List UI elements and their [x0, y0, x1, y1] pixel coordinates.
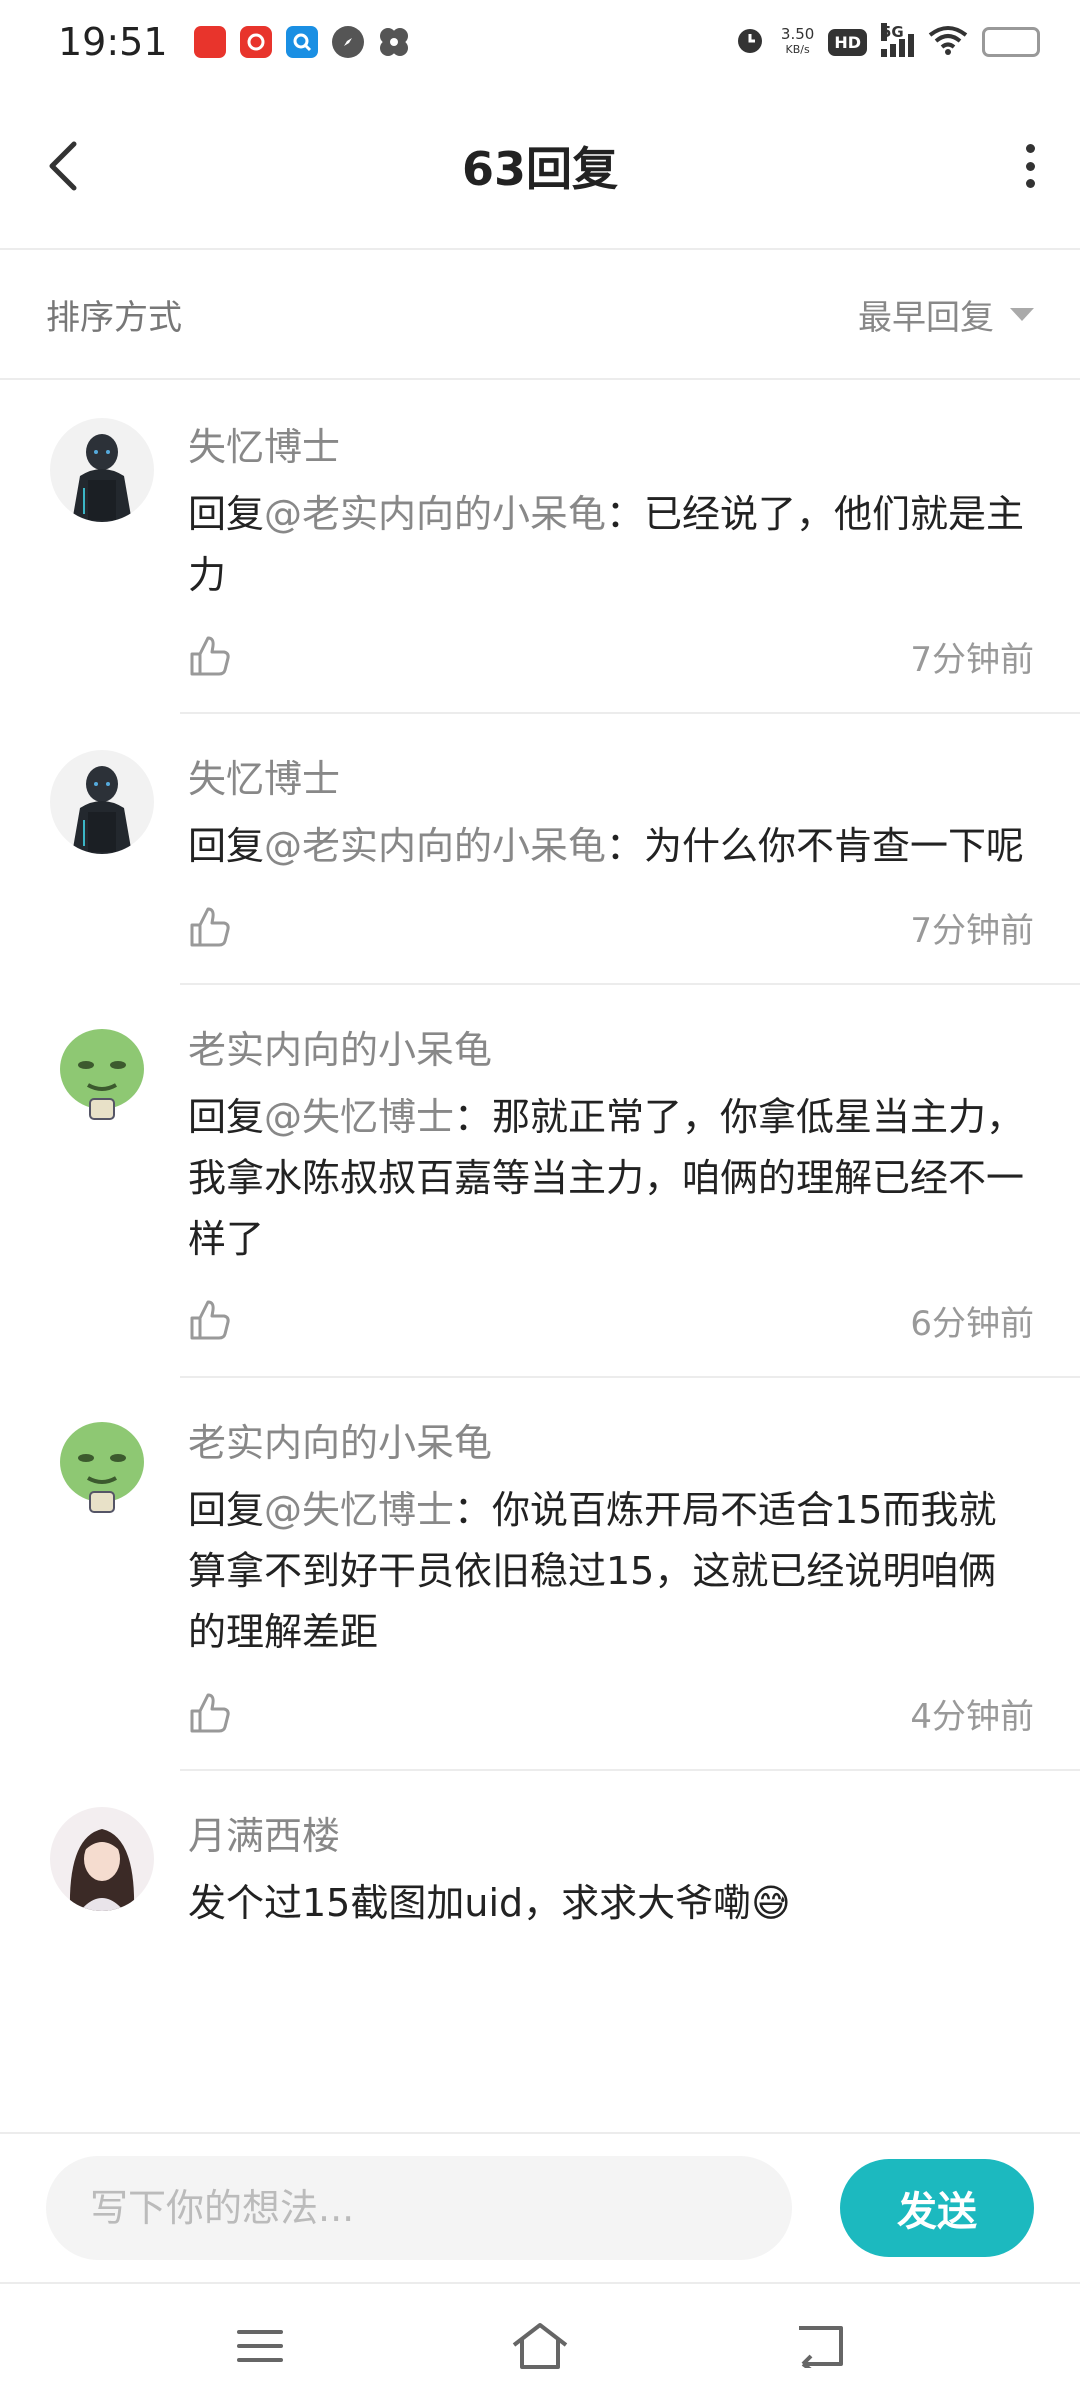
reply-content: 回复@失忆博士：那就正常了，你拿低星当主力，我拿水陈叔叔百嘉等当主力，咱俩的理解… [188, 1087, 1034, 1270]
reply-timestamp: 4分钟前 [910, 1696, 1034, 1737]
reply-mention-link[interactable]: @老实内向的小呆龟 [264, 492, 606, 536]
thumbs-up-icon [190, 1300, 230, 1340]
status-time: 19:51 [58, 20, 168, 64]
top-app-bar: 63回复 [0, 84, 1080, 250]
wifi-icon [928, 25, 968, 59]
reply-author-name[interactable]: 月满西楼 [188, 1811, 1034, 1861]
battery-level: 11 [1005, 30, 1031, 54]
like-button[interactable] [188, 634, 232, 678]
reply-timestamp: 6分钟前 [910, 1303, 1034, 1344]
reply-item[interactable]: 老实内向的小呆龟回复@失忆博士：你说百炼开局不适合15而我就算拿不到好干员依旧稳… [0, 1378, 1080, 1771]
pinwheel-app-icon [378, 26, 410, 58]
reply-author-name[interactable]: 失忆博士 [188, 754, 1034, 804]
compass-app-icon [331, 26, 364, 58]
reply-list[interactable]: 失忆博士 回复@老实内向的小呆龟：已经说了，他们就是主力 7分钟前 失忆博士 回复@老实… [0, 382, 1080, 2132]
network-type: 5G [881, 23, 904, 41]
like-button[interactable] [188, 1691, 232, 1735]
nav-home-button[interactable] [505, 2316, 575, 2376]
reply-text: ：为什么你不肯查一下呢 [606, 824, 1025, 868]
more-options-button[interactable] [1020, 144, 1040, 188]
thumbs-up-icon [190, 907, 230, 947]
avatar[interactable] [50, 1414, 154, 1518]
nav-menu-button[interactable] [225, 2316, 295, 2376]
reply-author-name[interactable]: 老实内向的小呆龟 [188, 1418, 1034, 1468]
chevron-left-icon [49, 141, 77, 191]
alarm-icon [733, 23, 767, 61]
network-speed-unit: KB/s [785, 43, 810, 56]
return-icon [799, 2326, 843, 2368]
avatar[interactable] [50, 1807, 154, 1911]
reply-footer: 4分钟前 [188, 1683, 1034, 1743]
reply-mention-link[interactable]: @老实内向的小呆龟 [264, 824, 606, 868]
caret-down-icon [1010, 307, 1034, 321]
status-indicators: 3.50 KB/s HD 5G 11 [733, 23, 1040, 61]
more-vertical-icon [1025, 144, 1035, 153]
reply-text: 发个过15截图加uid，求求大爷嘞😅 [188, 1881, 791, 1925]
network-speed: 3.50 KB/s [781, 26, 814, 58]
avatar[interactable] [50, 750, 154, 854]
compose-bar: 发送 [0, 2132, 1080, 2282]
reply-author-name[interactable]: 老实内向的小呆龟 [188, 1025, 1034, 1075]
reply-content: 回复@老实内向的小呆龟：已经说了，他们就是主力 [188, 484, 1034, 606]
qidian-app-icon [193, 26, 226, 58]
reply-content: 回复@老实内向的小呆龟：为什么你不肯查一下呢 [188, 816, 1034, 877]
cellular-signal-icon: 5G [881, 23, 914, 57]
reply-footer: 7分钟前 [188, 626, 1034, 686]
nav-back-button[interactable] [785, 2316, 855, 2376]
reply-mention-link[interactable]: @失忆博士 [264, 1488, 454, 1532]
sort-label: 排序方式 [46, 297, 182, 338]
reply-timestamp: 7分钟前 [910, 910, 1034, 951]
thumbs-up-icon [190, 1693, 230, 1733]
reply-prefix: 回复 [188, 492, 265, 536]
home-icon [512, 2323, 568, 2369]
like-button[interactable] [188, 905, 232, 949]
hd-badge: HD [828, 28, 867, 56]
sort-dropdown[interactable]: 最早回复 [858, 290, 1034, 339]
reply-footer: 7分钟前 [188, 897, 1034, 957]
reply-timestamp: 7分钟前 [910, 639, 1034, 680]
browser-app-icon [285, 26, 318, 58]
sort-selected-value: 最早回复 [858, 297, 994, 338]
reply-item[interactable]: 失忆博士回复@老实内向的小呆龟：为什么你不肯查一下呢 7分钟前 [0, 714, 1080, 985]
reply-content: 回复@失忆博士：你说百炼开局不适合15而我就算拿不到好干员依旧稳过15，这就已经… [188, 1480, 1034, 1663]
reply-item[interactable]: 月满西楼发个过15截图加uid，求求大爷嘞😅 [0, 1771, 1080, 1934]
reply-author-name[interactable]: 失忆博士 [188, 422, 1034, 472]
reply-footer: 6分钟前 [188, 1290, 1034, 1350]
reply-mention-link[interactable]: @失忆博士 [264, 1095, 454, 1139]
netease-music-app-icon [239, 26, 272, 58]
thumbs-up-icon [190, 636, 230, 676]
sort-bar: 排序方式 最早回复 [0, 250, 1080, 380]
network-speed-value: 3.50 [780, 25, 815, 43]
reply-prefix: 回复 [188, 1095, 265, 1139]
like-button[interactable] [188, 1298, 232, 1342]
reply-item[interactable]: 失忆博士回复@老实内向的小呆龟：已经说了，他们就是主力 7分钟前 [0, 382, 1080, 714]
avatar[interactable] [50, 418, 154, 522]
system-nav-bar [0, 2282, 1080, 2408]
reply-prefix: 回复 [188, 824, 265, 868]
menu-icon [237, 2330, 283, 2362]
send-button[interactable]: 发送 [840, 2159, 1034, 2257]
reply-input[interactable] [46, 2156, 792, 2260]
battery-icon: 11 [982, 27, 1040, 57]
page-title: 63回复 [461, 142, 618, 196]
avatar[interactable] [50, 1021, 154, 1125]
reply-content: 发个过15截图加uid，求求大爷嘞😅 [188, 1873, 1034, 1934]
status-bar: 19:51 3.50 KB/s HD 5G 11 [0, 0, 1080, 84]
status-app-icons [193, 26, 410, 58]
reply-item[interactable]: 老实内向的小呆龟回复@失忆博士：那就正常了，你拿低星当主力，我拿水陈叔叔百嘉等当… [0, 985, 1080, 1378]
back-button[interactable] [44, 136, 84, 196]
reply-prefix: 回复 [188, 1488, 265, 1532]
